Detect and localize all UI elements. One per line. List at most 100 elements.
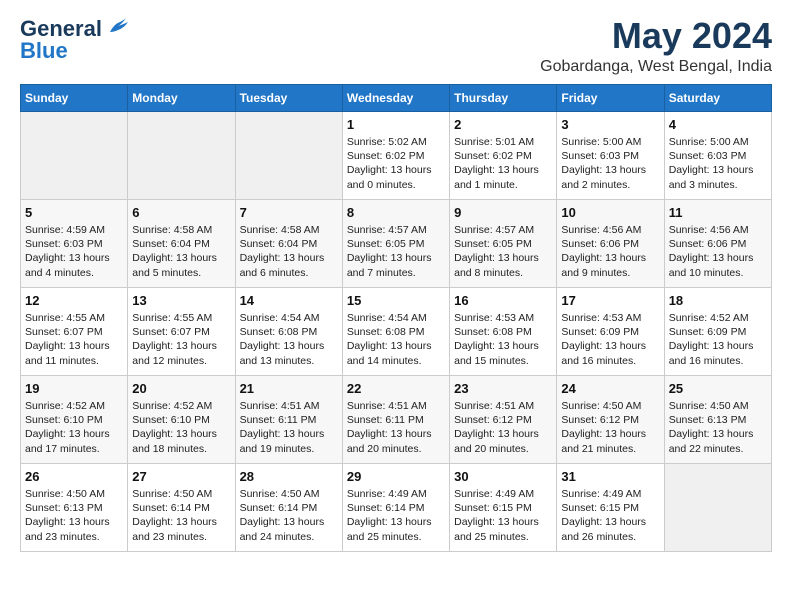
cell-content: Sunset: 6:06 PM xyxy=(561,237,659,251)
calendar-cell: 6Sunrise: 4:58 AMSunset: 6:04 PMDaylight… xyxy=(128,199,235,287)
cell-content: and 2 minutes. xyxy=(561,178,659,192)
calendar-cell xyxy=(128,111,235,199)
cell-content: Sunrise: 4:58 AM xyxy=(240,223,338,237)
day-number: 29 xyxy=(347,468,445,486)
calendar-header: SundayMondayTuesdayWednesdayThursdayFrid… xyxy=(21,84,772,111)
calendar-cell: 13Sunrise: 4:55 AMSunset: 6:07 PMDayligh… xyxy=(128,287,235,375)
day-number: 20 xyxy=(132,380,230,398)
cell-content: Sunrise: 4:58 AM xyxy=(132,223,230,237)
calendar-cell: 9Sunrise: 4:57 AMSunset: 6:05 PMDaylight… xyxy=(450,199,557,287)
cell-content: and 24 minutes. xyxy=(240,530,338,544)
cell-content: Sunset: 6:11 PM xyxy=(347,413,445,427)
cell-content: Sunset: 6:13 PM xyxy=(669,413,767,427)
cell-content: Sunrise: 4:50 AM xyxy=(240,487,338,501)
cell-content: Sunset: 6:14 PM xyxy=(347,501,445,515)
cell-content: Daylight: 13 hours xyxy=(561,515,659,529)
calendar-cell: 15Sunrise: 4:54 AMSunset: 6:08 PMDayligh… xyxy=(342,287,449,375)
cell-content: and 25 minutes. xyxy=(347,530,445,544)
title-area: May 2024 Gobardanga, West Bengal, India xyxy=(540,16,772,76)
calendar-cell: 14Sunrise: 4:54 AMSunset: 6:08 PMDayligh… xyxy=(235,287,342,375)
calendar-body: 1Sunrise: 5:02 AMSunset: 6:02 PMDaylight… xyxy=(21,111,772,551)
cell-content: Sunrise: 4:57 AM xyxy=(347,223,445,237)
cell-content: Sunrise: 5:01 AM xyxy=(454,135,552,149)
cell-content: Daylight: 13 hours xyxy=(347,339,445,353)
calendar-week-3: 12Sunrise: 4:55 AMSunset: 6:07 PMDayligh… xyxy=(21,287,772,375)
calendar-cell: 22Sunrise: 4:51 AMSunset: 6:11 PMDayligh… xyxy=(342,375,449,463)
cell-content: and 1 minute. xyxy=(454,178,552,192)
cell-content: Daylight: 13 hours xyxy=(454,427,552,441)
col-header-sunday: Sunday xyxy=(21,84,128,111)
col-header-saturday: Saturday xyxy=(664,84,771,111)
cell-content: Daylight: 13 hours xyxy=(454,515,552,529)
calendar-cell xyxy=(21,111,128,199)
cell-content: Sunrise: 4:56 AM xyxy=(561,223,659,237)
cell-content: Sunrise: 4:50 AM xyxy=(25,487,123,501)
calendar-cell: 16Sunrise: 4:53 AMSunset: 6:08 PMDayligh… xyxy=(450,287,557,375)
cell-content: Sunrise: 4:49 AM xyxy=(347,487,445,501)
cell-content: Sunrise: 4:55 AM xyxy=(25,311,123,325)
calendar-cell: 24Sunrise: 4:50 AMSunset: 6:12 PMDayligh… xyxy=(557,375,664,463)
cell-content: Sunrise: 4:52 AM xyxy=(25,399,123,413)
page-header: General Blue May 2024 Gobardanga, West B… xyxy=(20,16,772,76)
cell-content: Sunrise: 4:50 AM xyxy=(561,399,659,413)
day-number: 14 xyxy=(240,292,338,310)
cell-content: Daylight: 13 hours xyxy=(669,339,767,353)
cell-content: Sunrise: 4:57 AM xyxy=(454,223,552,237)
cell-content: Daylight: 13 hours xyxy=(240,515,338,529)
cell-content: Daylight: 13 hours xyxy=(347,515,445,529)
col-header-thursday: Thursday xyxy=(450,84,557,111)
cell-content: Sunset: 6:09 PM xyxy=(561,325,659,339)
cell-content: Sunrise: 4:50 AM xyxy=(669,399,767,413)
cell-content: Sunset: 6:09 PM xyxy=(669,325,767,339)
cell-content: and 15 minutes. xyxy=(454,354,552,368)
calendar-cell: 27Sunrise: 4:50 AMSunset: 6:14 PMDayligh… xyxy=(128,463,235,551)
day-number: 2 xyxy=(454,116,552,134)
col-header-tuesday: Tuesday xyxy=(235,84,342,111)
cell-content: Daylight: 13 hours xyxy=(132,515,230,529)
cell-content: Sunrise: 4:51 AM xyxy=(240,399,338,413)
cell-content: Daylight: 13 hours xyxy=(347,251,445,265)
cell-content: Sunrise: 4:56 AM xyxy=(669,223,767,237)
calendar-cell: 31Sunrise: 4:49 AMSunset: 6:15 PMDayligh… xyxy=(557,463,664,551)
col-header-monday: Monday xyxy=(128,84,235,111)
calendar-week-1: 1Sunrise: 5:02 AMSunset: 6:02 PMDaylight… xyxy=(21,111,772,199)
cell-content: Sunset: 6:08 PM xyxy=(454,325,552,339)
cell-content: and 12 minutes. xyxy=(132,354,230,368)
cell-content: Sunrise: 4:55 AM xyxy=(132,311,230,325)
cell-content: Sunrise: 4:49 AM xyxy=(454,487,552,501)
cell-content: and 3 minutes. xyxy=(669,178,767,192)
day-number: 17 xyxy=(561,292,659,310)
cell-content: and 22 minutes. xyxy=(669,442,767,456)
cell-content: and 16 minutes. xyxy=(669,354,767,368)
calendar-cell: 11Sunrise: 4:56 AMSunset: 6:06 PMDayligh… xyxy=(664,199,771,287)
calendar-cell: 30Sunrise: 4:49 AMSunset: 6:15 PMDayligh… xyxy=(450,463,557,551)
cell-content: Sunset: 6:03 PM xyxy=(561,149,659,163)
cell-content: Daylight: 13 hours xyxy=(454,163,552,177)
cell-content: Sunrise: 5:00 AM xyxy=(561,135,659,149)
cell-content: Daylight: 13 hours xyxy=(25,251,123,265)
cell-content: Sunset: 6:14 PM xyxy=(132,501,230,515)
cell-content: Daylight: 13 hours xyxy=(561,339,659,353)
cell-content: and 14 minutes. xyxy=(347,354,445,368)
cell-content: Sunset: 6:08 PM xyxy=(347,325,445,339)
calendar-cell: 18Sunrise: 4:52 AMSunset: 6:09 PMDayligh… xyxy=(664,287,771,375)
cell-content: Daylight: 13 hours xyxy=(25,515,123,529)
cell-content: Daylight: 13 hours xyxy=(240,251,338,265)
cell-content: Daylight: 13 hours xyxy=(561,251,659,265)
cell-content: Sunset: 6:07 PM xyxy=(25,325,123,339)
cell-content: Sunset: 6:12 PM xyxy=(454,413,552,427)
calendar-cell: 29Sunrise: 4:49 AMSunset: 6:14 PMDayligh… xyxy=(342,463,449,551)
cell-content: Sunrise: 4:50 AM xyxy=(132,487,230,501)
day-number: 1 xyxy=(347,116,445,134)
cell-content: Sunset: 6:02 PM xyxy=(454,149,552,163)
cell-content: and 0 minutes. xyxy=(347,178,445,192)
day-number: 31 xyxy=(561,468,659,486)
day-number: 30 xyxy=(454,468,552,486)
day-number: 3 xyxy=(561,116,659,134)
cell-content: Daylight: 13 hours xyxy=(240,339,338,353)
cell-content: Sunset: 6:13 PM xyxy=(25,501,123,515)
day-number: 22 xyxy=(347,380,445,398)
cell-content: Sunset: 6:12 PM xyxy=(561,413,659,427)
col-header-wednesday: Wednesday xyxy=(342,84,449,111)
calendar-cell: 3Sunrise: 5:00 AMSunset: 6:03 PMDaylight… xyxy=(557,111,664,199)
